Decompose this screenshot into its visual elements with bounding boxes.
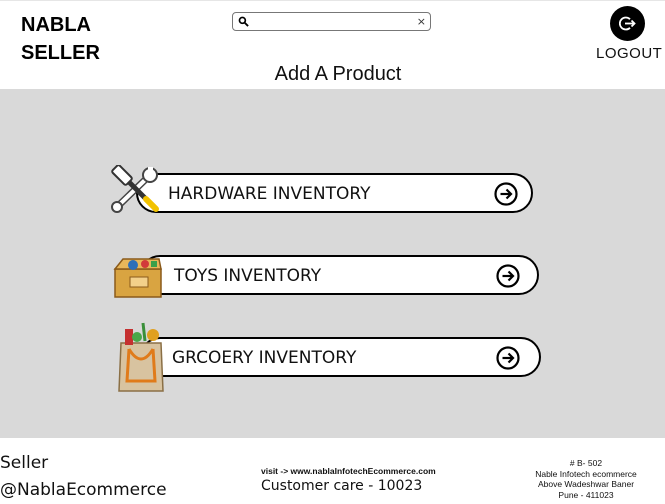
search-icon xyxy=(238,16,249,27)
address-line-4: Pune - 411023 xyxy=(558,489,614,500)
grocery-inventory-label: GRCOERY INVENTORY xyxy=(172,348,357,368)
page-title: Add A Product xyxy=(274,63,402,85)
footer-address: # B- 502 Nable Infotech ecommerce Above … xyxy=(522,458,650,500)
hardware-inventory-label: HARDWARE INVENTORY xyxy=(168,184,371,204)
footer-customer-care: Customer care - 10023 xyxy=(261,478,423,494)
clear-search-button[interactable]: × xyxy=(417,14,426,29)
arrow-right-circle-icon xyxy=(494,182,518,206)
search-bar: × xyxy=(232,12,431,31)
address-line-1: # B- 502 xyxy=(569,458,603,468)
arrow-right-circle-icon xyxy=(496,346,520,370)
hardware-inventory-button[interactable]: HARDWARE INVENTORY xyxy=(136,173,533,213)
toys-inventory-button[interactable]: TOYS INVENTORY xyxy=(140,255,539,295)
footer-seller-handle: @NablaEcommerce xyxy=(0,480,167,500)
toy-box-icon xyxy=(113,258,162,298)
footer-seller-line-1: Seller xyxy=(0,453,49,473)
arrow-right-circle-icon xyxy=(496,264,520,288)
logout-button[interactable] xyxy=(610,6,645,41)
footer-visit-link[interactable]: visit -> www.nablaInfotechEcommerce.com xyxy=(261,466,436,476)
grocery-inventory-button[interactable]: GRCOERY INVENTORY xyxy=(140,337,541,377)
top-divider xyxy=(0,0,665,1)
footer-seller: Seller @NablaEcommerce xyxy=(0,450,167,504)
toys-inventory-label: TOYS INVENTORY xyxy=(174,266,322,286)
brand-line-2: SELLER xyxy=(21,42,100,64)
brand-logo[interactable]: NABLA SELLER xyxy=(21,11,100,67)
logout-icon xyxy=(619,16,636,31)
tools-icon xyxy=(111,165,159,213)
inventory-panel: HARDWARE INVENTORY TOYS INVENTORY GRCOER… xyxy=(0,89,665,438)
address-line-2: Nable Infotech ecommerce xyxy=(535,468,637,479)
grocery-bag-icon xyxy=(118,322,164,392)
logout-label[interactable]: LOGOUT xyxy=(596,45,662,62)
search-input[interactable] xyxy=(253,14,413,29)
brand-line-1: NABLA xyxy=(21,14,91,36)
address-line-3: Above Wadeshwar Baner xyxy=(537,479,635,489)
